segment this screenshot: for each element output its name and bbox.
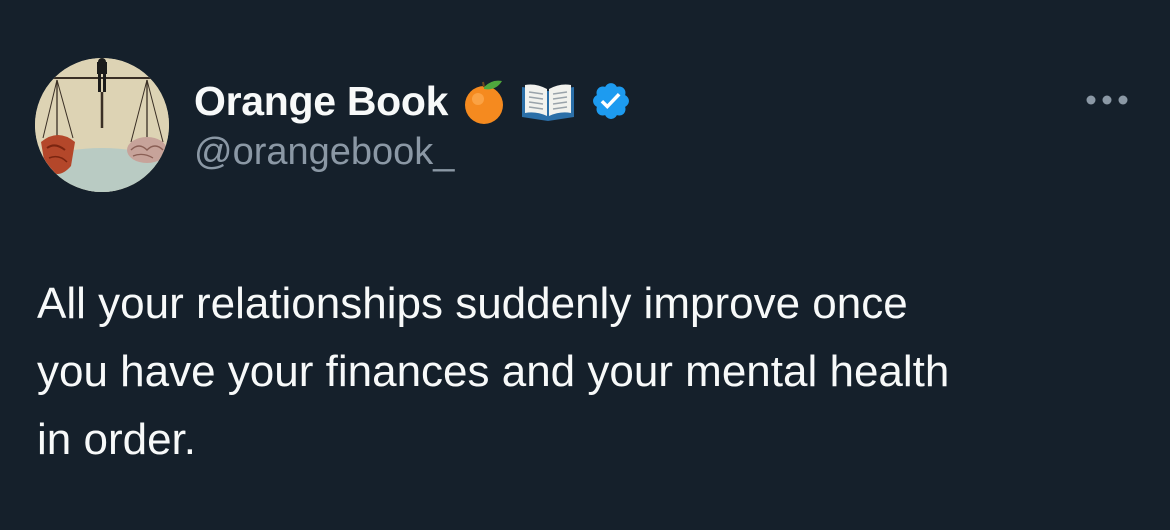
- more-dots-icon: [1086, 95, 1128, 105]
- orange-icon: [462, 77, 506, 125]
- avatar-balance-illustration: [35, 58, 169, 192]
- tweet-text: All your relationships suddenly improve …: [37, 279, 950, 464]
- open-book-icon: [520, 81, 576, 121]
- more-options-button[interactable]: [1081, 80, 1133, 120]
- avatar[interactable]: [35, 58, 169, 192]
- verified-badge-icon[interactable]: [590, 80, 632, 122]
- author-display-name[interactable]: Orange Book: [194, 78, 448, 125]
- author-name-row[interactable]: Orange Book: [194, 72, 632, 130]
- author-handle[interactable]: @orangebook_: [194, 131, 454, 174]
- tweet-card: Orange Book @orangebook_ All your relati…: [0, 0, 1170, 530]
